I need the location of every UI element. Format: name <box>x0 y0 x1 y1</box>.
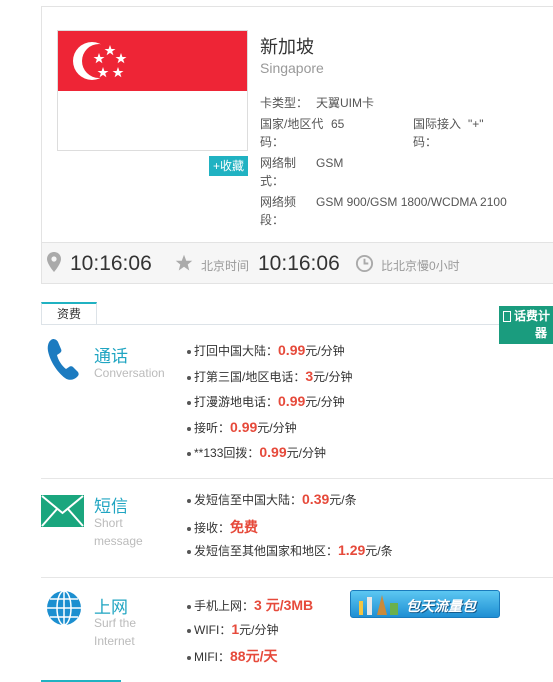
fee-row: 打漫游地电话：0.99元/分钟 <box>187 393 345 410</box>
fee-row: **133回拨：0.99元/分钟 <box>187 444 326 461</box>
clock-icon <box>355 254 374 278</box>
phone-icon <box>45 337 81 386</box>
network-value: GSM <box>316 156 344 170</box>
calculator-icon <box>503 311 511 323</box>
country-code-value: 65 <box>331 117 345 131</box>
country-name-cn: 新加坡 <box>260 37 314 57</box>
time-diff-text: 比北京慢0小时 <box>381 259 460 273</box>
envelope-icon <box>41 495 84 532</box>
singapore-flag-image <box>57 30 248 151</box>
globe-icon <box>45 589 83 632</box>
beijing-time-label: 北京时间 <box>201 259 250 273</box>
intl-access-value: "+" <box>468 117 484 131</box>
local-time: 10:16:06 <box>70 252 152 275</box>
beijing-time: 10:16:06 <box>258 252 340 275</box>
call-section-subtitle: Conversation <box>94 366 165 380</box>
star-icon <box>175 254 193 277</box>
intl-access-label: 国际接入 码： <box>413 117 462 149</box>
net-section-subtitle: Surf the Internet <box>94 616 137 648</box>
landmarks-icon <box>359 595 398 615</box>
fee-calculator-button[interactable]: 话费计器 <box>499 306 553 344</box>
daily-data-package-banner[interactable]: 包天流量包 <box>350 590 500 618</box>
fee-row: 打回中国大陆：0.99元/分钟 <box>187 342 345 359</box>
fee-row: 手机上网：3 元/3MB <box>187 595 313 615</box>
country-code-label: 国家/地区代 码： <box>260 117 324 149</box>
country-name-en: Singapore <box>260 60 324 76</box>
card-type-value: 天翼UIM卡 <box>316 96 374 110</box>
band-value: GSM 900/GSM 1800/WCDMA 2100 <box>316 195 507 209</box>
band-label: 网络频 段： <box>260 195 297 227</box>
fee-row: 发短信至其他国家和地区：1.29元/条 <box>187 542 393 559</box>
card-type-label: 卡类型： <box>260 96 309 110</box>
fee-row: 接收：免费 <box>187 517 258 537</box>
location-pin-icon <box>47 252 61 277</box>
fee-row: WIFI：1元/分钟 <box>187 621 278 638</box>
tab-underline <box>41 324 553 325</box>
fee-row: 打第三国/地区电话：3元/分钟 <box>187 368 352 385</box>
fee-row: 发短信至中国大陆：0.39元/条 <box>187 491 357 508</box>
section-divider <box>41 577 553 578</box>
section-divider <box>41 478 553 479</box>
network-label: 网络制 式： <box>260 156 297 188</box>
sms-section-subtitle: Short message <box>94 516 143 548</box>
fee-row: MIFI：88元/天 <box>187 646 277 666</box>
tab-fee[interactable]: 资费 <box>41 302 97 324</box>
fee-row: 接听：0.99元/分钟 <box>187 419 297 436</box>
add-favorite-button[interactable]: +收藏 <box>209 156 248 176</box>
